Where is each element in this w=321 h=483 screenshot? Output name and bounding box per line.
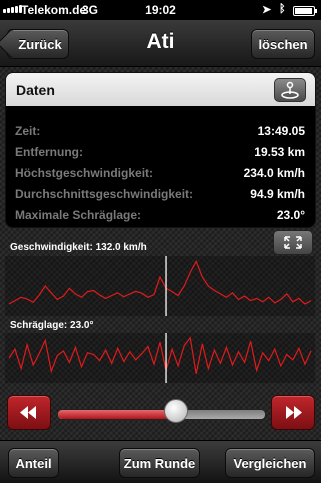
row-label: Zeit: [15, 124, 41, 138]
row-label: Höchstgeschwindigkeit: [15, 166, 154, 180]
row-label: Entfernung: [15, 145, 83, 159]
expand-arrows-icon [284, 236, 302, 249]
chart-background [5, 256, 315, 316]
compare-button[interactable]: Vergleichen [225, 448, 315, 478]
data-row-max-lean: Maximale Schräglage: 23.0° [6, 203, 315, 224]
bottom-toolbar: Anteil Zum Runde Vergleichen [0, 440, 321, 483]
bluetooth-icon: ᛒ [279, 3, 286, 15]
data-row-avg-speed: Durchschnittsgeschwindigkeit: 94.9 km/h [6, 182, 315, 203]
data-card-title: Daten [16, 82, 55, 98]
row-value: 234.0 km/h [243, 166, 305, 180]
row-value: 94.9 km/h [250, 187, 305, 201]
data-row-distance: Entfernung: 19.53 km [6, 140, 315, 161]
chart-background [5, 333, 315, 383]
rewind-icon [20, 406, 36, 419]
location-arrow-icon: ➤ [262, 4, 272, 16]
row-value: 13:49.05 [257, 124, 305, 138]
back-button-label: Zurück [18, 36, 62, 52]
rewind-button[interactable] [7, 395, 51, 430]
row-label: Durchschnittsgeschwindigkeit: [15, 187, 194, 201]
slider-thumb[interactable] [163, 399, 188, 423]
joystick-button[interactable] [274, 78, 306, 102]
joystick-icon [281, 81, 299, 99]
go-to-lap-button[interactable]: Zum Runde [119, 448, 200, 478]
data-row-time: Zeit: 13:49.05 [6, 119, 315, 140]
expand-chart-button[interactable] [273, 230, 313, 255]
row-value: 23.0° [276, 208, 305, 222]
row-value: 19.53 km [254, 145, 305, 159]
data-card: Daten Zeit: 13:49.05 Entfernung: 19.53 k… [5, 72, 316, 228]
status-time: 19:02 [145, 3, 176, 17]
data-card-header: Daten [6, 73, 315, 106]
lean-chart-label: Schräglage: 23.0° [10, 320, 94, 331]
speed-chart-label: Geschwindigkeit: 132.0 km/h [10, 242, 147, 253]
data-row-max-speed: Höchstgeschwindigkeit: 234.0 km/h [6, 161, 315, 182]
speed-chart[interactable] [5, 256, 315, 316]
data-rows: Zeit: 13:49.05 Entfernung: 19.53 km Höch… [6, 106, 315, 224]
share-button[interactable]: Anteil [8, 448, 59, 478]
timeline-slider[interactable] [57, 409, 266, 420]
fast-forward-button[interactable] [271, 395, 315, 430]
lean-chart[interactable] [5, 333, 315, 383]
row-label: Maximale Schräglage: [15, 208, 142, 222]
slider-fill [58, 410, 176, 419]
delete-button[interactable]: löschen [251, 29, 315, 59]
navigation-bar: Zurück Ati löschen [0, 20, 321, 67]
battery-icon [293, 6, 317, 16]
fast-forward-icon [286, 406, 302, 419]
playback-controls [0, 395, 321, 431]
status-bar: Telekom.de 3G 19:02 ➤ ᛒ [0, 0, 321, 20]
